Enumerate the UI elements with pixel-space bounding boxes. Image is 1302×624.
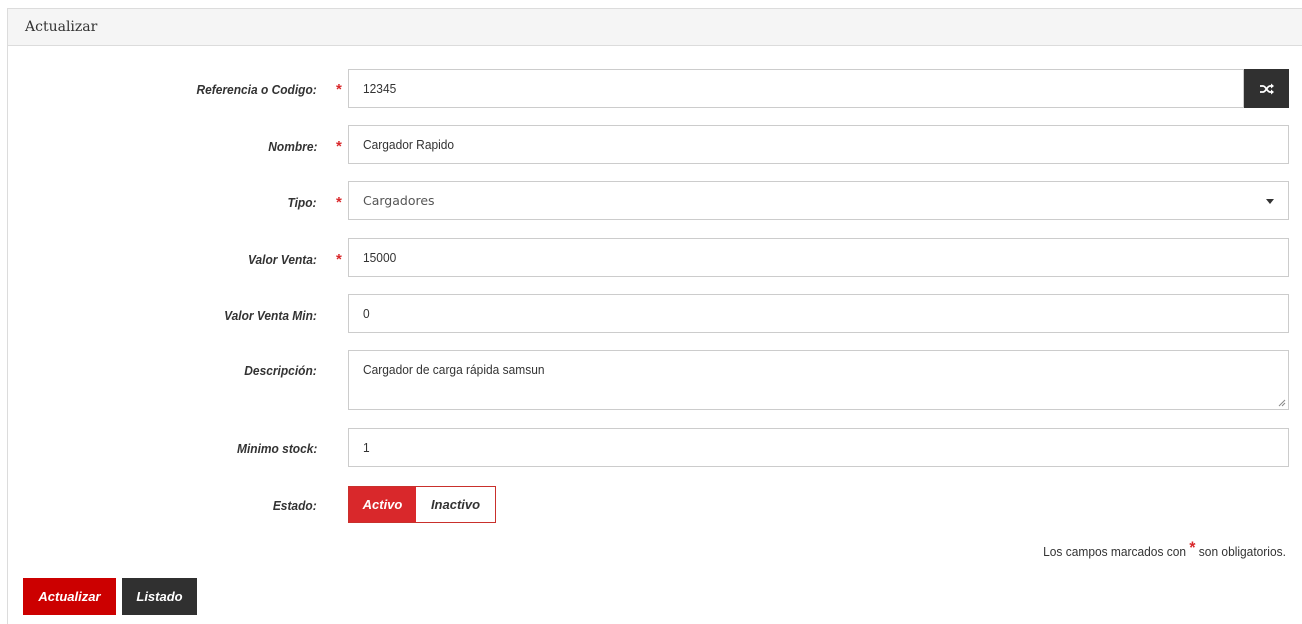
required-star: * [336, 81, 342, 98]
description-textarea[interactable]: Cargador de carga rápida samsun [348, 350, 1289, 410]
min-stock-label: Minimo stock: [236, 441, 317, 456]
resize-grip-icon[interactable] [1278, 399, 1286, 407]
min-sale-value-label: Valor Venta Min: [224, 308, 317, 323]
reference-label: Referencia o Codigo: [196, 82, 317, 97]
min-sale-value-value: 0 [363, 306, 370, 321]
required-fields-note: Los campos marcados con * son obligatori… [1043, 538, 1286, 561]
required-note-before: Los campos marcados con [1043, 544, 1187, 559]
caret-down-icon [1266, 199, 1274, 204]
status-label: Estado: [273, 498, 317, 513]
status-inactive-option[interactable]: Inactivo [416, 487, 495, 522]
list-button[interactable]: Listado [122, 578, 197, 615]
reference-value: 12345 [363, 81, 397, 96]
name-input[interactable]: Cargador Rapido [348, 125, 1289, 164]
status-toggle: Activo Inactivo [348, 486, 496, 523]
shuffle-icon [1259, 83, 1274, 94]
type-selected-value: Cargadores [363, 193, 435, 208]
min-stock-input[interactable]: 1 [348, 428, 1289, 467]
required-note-star: * [1189, 538, 1196, 557]
description-label: Descripción: [244, 363, 317, 378]
type-select[interactable]: Cargadores [348, 181, 1289, 220]
name-value: Cargador Rapido [363, 137, 455, 152]
required-star: * [336, 194, 342, 211]
min-stock-value: 1 [363, 440, 370, 455]
min-sale-value-input[interactable]: 0 [348, 294, 1289, 333]
generate-code-button[interactable] [1244, 69, 1289, 108]
name-label: Nombre: [267, 139, 317, 154]
type-label: Tipo: [287, 195, 317, 210]
required-note-after: son obligatorios. [1198, 544, 1286, 559]
update-button[interactable]: Actualizar [23, 578, 116, 615]
sale-value-value: 15000 [363, 250, 397, 265]
panel-title: Actualizar [25, 19, 98, 35]
panel-heading: Actualizar [8, 8, 1302, 46]
required-star: * [336, 251, 342, 268]
status-active-option[interactable]: Activo [349, 487, 416, 522]
required-star: * [336, 138, 342, 155]
sale-value-input[interactable]: 15000 [348, 238, 1289, 277]
reference-input[interactable]: 12345 [348, 69, 1244, 108]
description-value: Cargador de carga rápida samsun [363, 362, 545, 377]
sale-value-label: Valor Venta: [248, 252, 317, 267]
